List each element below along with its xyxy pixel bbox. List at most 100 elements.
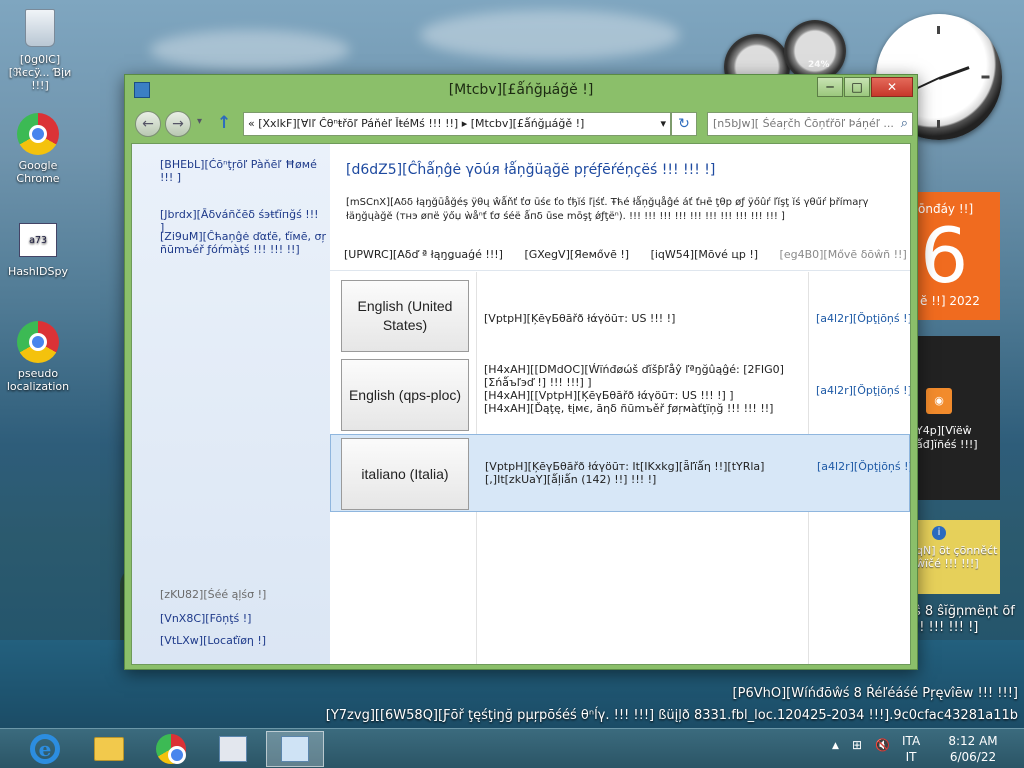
memory-meter-gadget[interactable]: 24%: [784, 20, 846, 82]
forward-button[interactable]: →: [165, 111, 191, 137]
clock-tick: [937, 120, 940, 128]
meter-percent: 24%: [808, 60, 830, 70]
title-bar[interactable]: [Mtcbv][£ǻńğµáğě !] ─ □ ✕: [125, 75, 917, 105]
taskbar-file-explorer[interactable]: [80, 731, 138, 767]
control-panel-icon: [281, 736, 309, 762]
language-window: [Mtcbv][£ǻńğµáğě !] ─ □ ✕ ← → ▾ ↑ « [Xxl…: [124, 74, 918, 670]
language-details: [H4xAH][[DMdOC][Ẃïńđøώš ďĭšƥľåŷ ľªŋğûąĝé…: [484, 363, 784, 415]
cloud: [150, 30, 350, 70]
window-title: [Mtcbv][£ǻńğµáğě !]: [448, 82, 594, 98]
language-options-link[interactable]: [a4l2r][Ŏpţįōņś !]: [816, 384, 910, 397]
show-hidden-icons-chevron[interactable]: ▲: [832, 741, 839, 751]
sidebar-item-control-panel-home[interactable]: [BHEbL][Ćōⁿţŗōľ Pàňēľ Ħøмé !!! ]: [160, 158, 326, 184]
up-button[interactable]: ↑: [217, 113, 231, 133]
navigation-bar: ← → ▾ ↑ « [XxlkF][Ɐlľ Ĉθⁿŧřōľ Páňėľ ǏŧéM…: [125, 107, 917, 141]
feed-view-link[interactable]: Y4p][Vïëŵ ǻđ]ĭñéś !!!]: [916, 424, 1000, 452]
back-button[interactable]: ←: [135, 111, 161, 137]
taskbar-pseudo-localization[interactable]: [204, 731, 262, 767]
network-gadget[interactable]: i qN] ōt çōnněćt ŵïčé !!! !!!]: [914, 520, 1000, 594]
hashidspy-desktop-icon[interactable]: a73 HashIDSpy: [0, 218, 76, 278]
content-area: [BHEbL][Ćōⁿţŗōľ Pàňēľ Ħøмé !!! ] [Jbrdx]…: [131, 143, 911, 665]
clock-tick: [937, 26, 940, 34]
search-icon[interactable]: ⌕: [901, 113, 908, 135]
taskbar-chrome[interactable]: [142, 731, 200, 767]
recycle-bin-icon: [25, 9, 55, 47]
language-row[interactable]: English (United States) [VptpH][ĶēγБθāřð…: [330, 276, 910, 354]
network-icon[interactable]: ⊞: [852, 738, 862, 752]
add-language-button[interactable]: [UPWRC][Aδď ª łąŋǥuaǵé !!!]: [344, 248, 503, 261]
recycle-bin-desktop-icon[interactable]: [0g0lC][ℜєcÿ... Ɓįи !!!]: [2, 6, 78, 92]
address-chevron[interactable]: «: [248, 117, 255, 130]
breadcrumb-separator[interactable]: ▸: [462, 117, 468, 130]
language-options-link[interactable]: [a4l2r][Ŏpţįōņś !]: [817, 460, 910, 473]
network-gadget-text: qN] ōt çōnněćt ŵïčé !!! !!!]: [916, 544, 998, 570]
move-down-button: [eg4B0][Mővē δōŵñ !!]: [779, 248, 907, 261]
desktop-icon-label: [0g0lC][ℜєcÿ... Ɓįи !!!]: [8, 53, 72, 92]
sidebar-item-location[interactable]: [VtLXw][Locaťïøη !]: [160, 634, 326, 647]
close-button[interactable]: ✕: [871, 77, 913, 97]
language-row-selected[interactable]: italiano (Italia) [VptpH][ĶēγБθāřð łάγöū…: [330, 434, 910, 512]
internet-explorer-icon: e: [30, 734, 60, 764]
language-tile[interactable]: English (qps-ploc): [341, 359, 469, 431]
language-tile[interactable]: English (United States): [341, 280, 469, 352]
sidebar-see-also-heading: [zKU82][Śéé ąļśσ !]: [160, 588, 267, 601]
hashidspy-icon: a73: [19, 223, 57, 257]
calendar-gadget[interactable]: ōnđáy !!] 6 ĕ !!] 2022: [914, 192, 1000, 320]
cloud: [420, 10, 680, 60]
refresh-button[interactable]: ↻: [671, 112, 697, 136]
sidebar-item-fonts[interactable]: [VnX8C][Fōņţś !]: [160, 612, 326, 625]
feed-headlines-gadget[interactable]: ◉ Y4p][Vïëŵ ǻđ]ĭñéś !!!]: [914, 336, 1000, 500]
build-watermark-line2: [Y7zvg][[6W58Q][Ƒōř ţęśţiŋğ pµŗpōśéś θⁿĺ…: [325, 708, 1018, 723]
chrome-desktop-icon[interactable]: Google Chrome: [0, 112, 76, 185]
rss-icon: ◉: [926, 388, 952, 414]
clock-hour-hand: [938, 66, 970, 80]
language-tile[interactable]: italiano (Italia): [341, 438, 469, 510]
move-up-button[interactable]: [iqW54][Mōvé цp !]: [651, 248, 758, 261]
language-abbrev: ITA: [902, 734, 921, 748]
divider: [330, 270, 910, 271]
calendar-year: ĕ !!] 2022: [920, 294, 980, 308]
breadcrumb-all-control-panel[interactable]: [XxlkF][Ɐlľ Ĉθⁿŧřōľ Páňėľ ǏŧéMś !!! !!]: [258, 117, 458, 130]
sidebar: [BHEbL][Ćōⁿţŗōľ Pàňēľ Ħøмé !!! ] [Jbrdx]…: [132, 144, 330, 664]
desktop-icon-label: Google Chrome: [16, 159, 60, 185]
desktop-icon-label: pseudo localization: [6, 367, 70, 393]
chrome-icon: [17, 321, 59, 363]
taskbar-clock[interactable]: 8:12 AM 6/06/22: [928, 733, 1018, 765]
input-language-indicator[interactable]: ITA IT: [902, 733, 920, 765]
keyboard-abbrev: IT: [905, 750, 917, 764]
language-row[interactable]: English (qps-ploc) [H4xAH][[DMdOC][Ẃïńđø…: [330, 355, 910, 433]
main-panel: [d6dZ5][Ĉĥǻņĝė γōúя łǻņğüąğë pŗéƒēŕéņçëś…: [330, 144, 910, 664]
remove-button[interactable]: [GXegV][Яeмővē !]: [524, 248, 629, 261]
address-bar[interactable]: « [XxlkF][Ɐlľ Ĉθⁿŧřōľ Páňėľ ǏŧéMś !!! !!…: [243, 112, 671, 136]
taskbar-internet-explorer[interactable]: e: [16, 731, 74, 767]
language-toolbar: [UPWRC][Aδď ª łąŋǥuaǵé !!!] [GXegV][Яeмő…: [344, 248, 910, 261]
sidebar-item-change-date-time[interactable]: [Zi9uM][Ĉћaņĝė ďαťē, ťĭмē, σŗ ñūmъéř ƒόŕ…: [160, 230, 326, 256]
language-details: [VptpH][ĶēγБθāřð łάγöūт: It[IKxkg][ǟľïǻη…: [485, 460, 765, 486]
page-description: [mSCnX][Aδδ łąŋğūåğéș ÿθų ŵǻňť ťσ ūśє ťo…: [346, 197, 869, 222]
app-icon: [219, 736, 247, 762]
clock-date: 6/06/22: [949, 750, 997, 764]
breadcrumb-language[interactable]: [Mtcbv][£ǻńğµáğě !]: [471, 117, 585, 130]
clock-tick: [981, 75, 990, 79]
folder-icon: [94, 737, 124, 761]
pseudo-localization-desktop-icon[interactable]: pseudo localization: [0, 320, 76, 393]
language-options-link[interactable]: [a4l2r][Ŏpţįōņś !]: [816, 312, 910, 325]
recent-pages-dropdown[interactable]: ▾: [197, 116, 202, 127]
taskbar: e ▲ ⊞ 🔇 ITA IT 8:12 AM 6/06/22: [0, 728, 1024, 768]
desktop-icon-label: HashIDSpy: [8, 265, 68, 278]
info-icon: i: [932, 526, 946, 540]
volume-icon[interactable]: 🔇: [875, 738, 890, 752]
taskbar-control-panel[interactable]: [266, 731, 324, 767]
page-title: [d6dZ5][Ĉĥǻņĝė γōúя łǻņğüąğë pŗéƒēŕéņçëś…: [346, 162, 716, 178]
address-dropdown[interactable]: ▾: [660, 113, 666, 135]
search-placeholder: [n5bJw][ Śéaŗčh Ĉōņťřōľ Þáņéľ ...: [713, 117, 894, 130]
search-input[interactable]: [n5bJw][ Śéaŗčh Ĉōņťřōľ Þáņéľ ... ⌕: [707, 112, 913, 136]
chrome-icon: [17, 113, 59, 155]
chrome-icon: [156, 734, 186, 764]
language-details: [VptpH][ĶēγБθāřð łάγöūт: US !!! !]: [484, 312, 676, 325]
gadget-blurb: ŝ 8 ŝĭğņmëņt õf !! !!! !!! !]: [914, 604, 1015, 635]
maximize-button[interactable]: □: [844, 77, 870, 97]
build-watermark-line1: [P6VhO][Wíńđōŵś 8 Ŕéľéáśé Pŗęvîēw !!! !!…: [732, 686, 1018, 701]
clock-time: 8:12 AM: [948, 734, 998, 748]
minimize-button[interactable]: ─: [817, 77, 843, 97]
